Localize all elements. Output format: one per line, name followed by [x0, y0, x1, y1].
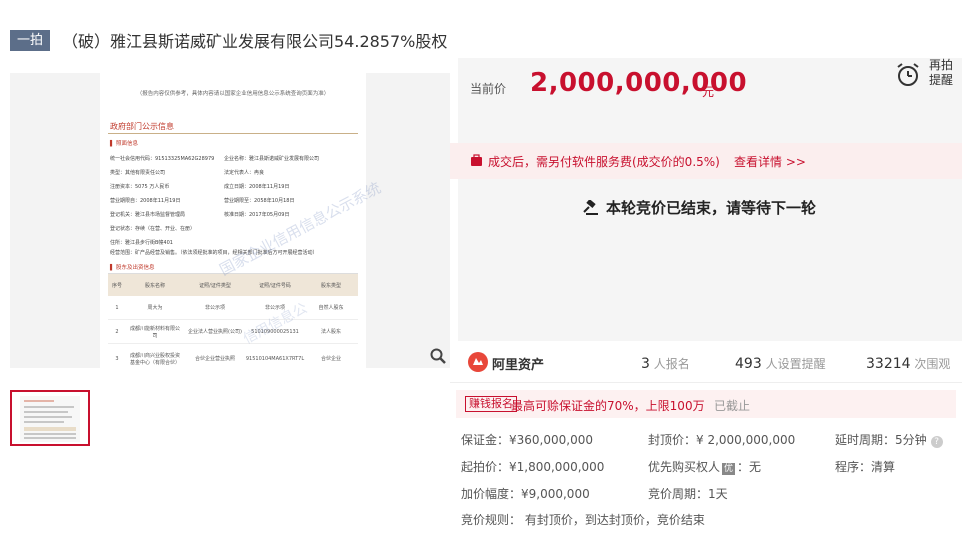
bag-icon: [471, 154, 482, 166]
signup-count-value: 3: [641, 356, 650, 372]
doc-row: 企业名称：雅江县斯诺威矿业发展有限公司: [224, 156, 320, 162]
promo-status: 已截止: [714, 399, 751, 413]
doc-sub-title: ▌ 照面信息: [110, 141, 138, 147]
current-price-value: 2,000,000,000: [530, 68, 748, 98]
doc-row: 注册资本：5075 万人民币: [110, 184, 170, 190]
doc-row: 营业期限至：2058年10月18日: [224, 198, 295, 204]
promo-tag: 赚钱报名: [465, 396, 517, 412]
auction-status-text: 本轮竞价已结束，请等待下一轮: [606, 199, 817, 217]
doc-row: 法定代表人：冉良: [224, 170, 265, 176]
document-image: （报告内容仅供参考，具体内容请以国家企业信用信息公示系统查询页面为准） 政府部门…: [100, 73, 384, 368]
delay-period-info: 延时周期：5分钟?: [835, 431, 943, 448]
table-header-cell: 序号: [111, 282, 122, 289]
table-cell: 合伙企业: [320, 356, 341, 362]
table-cell: 自然人股东: [318, 305, 344, 311]
page-title: （破）雅江县斯诺威矿业发展有限公司54.2857%股权: [62, 32, 448, 51]
view-count: 33214 次围观: [866, 355, 950, 372]
table-cell: 成都川商兴业股权投资基金中心（有限合伙）: [129, 352, 180, 366]
signup-count: 3 人报名: [641, 355, 690, 372]
table-header-cell: 股东类型: [320, 282, 341, 289]
table-header: 序号 股东名称 证照/证件类型 证照/证件号码 股东类型: [108, 274, 358, 296]
table-cell: 周大为: [147, 305, 163, 311]
table-cell: 成都川能新材料有限公司: [129, 325, 180, 339]
cap-price-info: 封顶价：¥ 2,000,000,000: [648, 433, 796, 447]
priority-buyer-value: ：无: [737, 460, 762, 474]
re-auction-reminder-button[interactable]: 再拍提醒: [926, 58, 956, 88]
start-price-info: 起拍价：¥1,800,000,000: [461, 460, 605, 474]
table-cell: 1: [115, 304, 119, 311]
delay-period-text: 延时周期：5分钟: [835, 433, 927, 447]
view-count-value: 33214: [866, 356, 911, 372]
view-count-label: 次围观: [914, 357, 951, 371]
gavel-icon: [583, 199, 598, 215]
increment-info: 加价幅度：¥9,000,000: [461, 487, 590, 501]
help-icon[interactable]: ?: [930, 436, 943, 448]
table-header-cell: 证照/证件类型: [199, 282, 231, 289]
bid-rule-info: 竞价规则： 有封顶价，到达封顶价，竞价结束: [461, 513, 705, 527]
table-cell: 法人股东: [320, 329, 341, 335]
deposit-info: 保证金：¥360,000,000: [461, 433, 593, 447]
main-image-viewer[interactable]: （报告内容仅供参考，具体内容请以国家企业信用信息公示系统查询页面为准） 政府部门…: [10, 73, 450, 368]
signup-count-label: 人报名: [653, 357, 690, 371]
priority-buyer-label: 优先购买权人: [648, 460, 721, 474]
table-cell: 3: [115, 355, 119, 362]
priority-buyer-info: 优先购买权人优：无: [648, 458, 761, 475]
doc-divider: [108, 133, 358, 134]
table-row: 2 成都川能新材料有限公司 企业法人营业执照(公司) 5101090000251…: [108, 320, 358, 344]
watermark: 国家企业信用信息公示系统: [216, 178, 384, 280]
procedure-info: 程序：清算: [835, 460, 896, 474]
table-cell: 2: [115, 328, 119, 335]
doc-row: 登记机关：雅江县市场监督管理局: [110, 212, 186, 218]
shareholder-table: 序号 股东名称 证照/证件类型 证照/证件号码 股东类型 1 周大为 非公示项 …: [108, 273, 358, 368]
doc-sub-title: ▌ 股东及出资信息: [110, 265, 155, 271]
table-header-cell: 股东名称: [144, 282, 165, 289]
table-cell: 企业法人营业执照(公司): [188, 329, 242, 335]
bid-cycle-info: 竞价周期：1天: [648, 487, 728, 501]
doc-top-note: （报告内容仅供参考，具体内容请以国家企业信用信息公示系统查询页面为准）: [136, 91, 330, 97]
current-price-label: 当前价: [470, 82, 507, 96]
table-cell: 合伙企业营业执照: [194, 356, 235, 362]
doc-row: 营业期限自：2008年11月19日: [110, 198, 181, 204]
fee-notice-text: 成交后，需另付软件服务费(成交价的0.5%): [488, 155, 720, 169]
reminder-count-label: 人设置提醒: [765, 357, 826, 371]
table-cell: 91510104MA61X7RT7L: [245, 355, 305, 362]
thumbnail-1[interactable]: [10, 390, 90, 446]
promo-text: 最高可赊保证金的70%，上限100万: [511, 399, 705, 413]
auction-status: 本轮竞价已结束，请等待下一轮: [582, 197, 816, 218]
ali-assets-logo[interactable]: 阿里资产: [492, 354, 544, 373]
doc-row: 类型：其他有限责任公司: [110, 170, 166, 176]
zoom-icon[interactable]: [428, 346, 448, 366]
reminder-count: 493 人设置提醒: [735, 355, 826, 372]
doc-row: 住所：雅江县步行街B幢401: [110, 240, 173, 246]
alarm-clock-icon[interactable]: [895, 62, 921, 88]
current-price-unit: 元: [702, 85, 715, 99]
doc-row: 成立日期：2008年11月19日: [224, 184, 290, 190]
doc-row: 登记状态：存续（在营、开业、在册）: [110, 226, 196, 232]
fee-details-link[interactable]: 查看详情 >>: [734, 153, 806, 170]
table-header-cell: 证照/证件号码: [259, 282, 291, 289]
doc-row: 核准日期：2017年05月09日: [224, 212, 290, 218]
reminder-count-value: 493: [735, 356, 762, 372]
auction-type-tag: 一拍: [10, 30, 50, 51]
priority-badge[interactable]: 优: [722, 463, 736, 475]
doc-row: 经营范围：矿产品经营及销售。（依法须经批准的项目，经相关部门批准后方可开展经营活…: [110, 250, 318, 256]
ali-assets-logo-icon: [468, 352, 488, 372]
table-row: 3 成都川商兴业股权投资基金中心（有限合伙） 合伙企业营业执照 91510104…: [108, 344, 358, 368]
doc-row: 统一社会信用代码：91513325MA62G28979: [110, 156, 215, 162]
table-cell: 非公示项: [204, 305, 225, 311]
thumbnail-image: [20, 396, 80, 442]
table-row: 1 周大为 非公示项 非公示项 自然人股东: [108, 296, 358, 320]
doc-section-title: 政府部门公示信息: [110, 122, 174, 131]
